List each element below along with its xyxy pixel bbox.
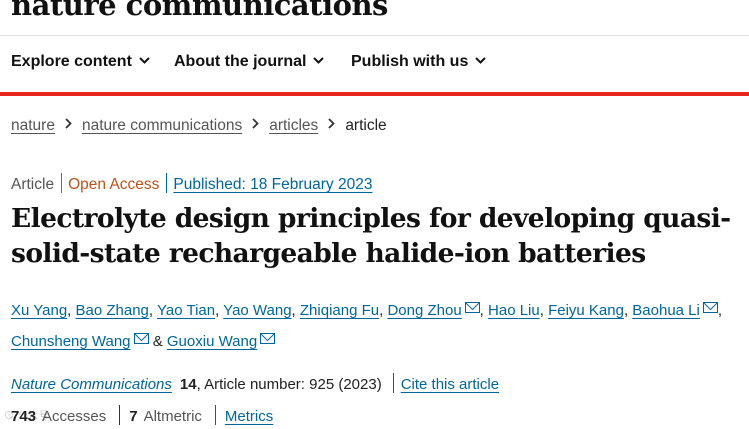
chevron-down-icon (313, 57, 325, 64)
author-link[interactable]: Dong Zhou (387, 302, 461, 319)
nav-label: Publish with us (351, 53, 469, 70)
accesses-label: Accesses (42, 408, 107, 425)
author-link[interactable]: Xu Yang (11, 302, 67, 319)
article-title: Electrolyte design principles for develo… (11, 203, 731, 269)
author-list: Xu Yang, Bao Zhang, Yao Tian, Yao Wang, … (11, 302, 723, 350)
author-link[interactable]: Feiyu Kang (548, 302, 624, 319)
metrics-divider (119, 405, 121, 425)
article-type: Article (11, 176, 55, 193)
nav-label: About the journal (174, 53, 307, 70)
nav-explore-content[interactable]: Explore content (11, 53, 150, 71)
breadcrumb-current: article (345, 117, 387, 134)
article-meta: Article Open Access Published: 18 February… (11, 173, 372, 194)
metrics-link[interactable]: Metrics (225, 408, 273, 425)
chevron-right-icon (328, 118, 336, 129)
breadcrumb: nature nature communications articles artic… (11, 117, 387, 135)
envelope-icon[interactable] (702, 302, 718, 313)
journal-name[interactable]: Nature Communications (11, 376, 172, 393)
breadcrumb-link-nature[interactable]: nature (11, 117, 55, 134)
article-number: , Article number: 925 (2023) (196, 376, 382, 393)
meta-divider (166, 173, 168, 193)
published-date[interactable]: Published: 18 February 2023 (173, 176, 372, 193)
breadcrumb-link-articles[interactable]: articles (269, 117, 318, 134)
meta-divider (61, 173, 63, 193)
main-nav: Explore content About the journal Publis… (0, 36, 749, 92)
author-link[interactable]: Guoxiu Wang (167, 333, 257, 350)
nav-publish-with-us[interactable]: Publish with us (351, 53, 487, 71)
author-link[interactable]: Baohua Li (632, 302, 700, 319)
author-link[interactable]: Zhiqiang Fu (300, 302, 379, 319)
author-link[interactable]: Bao Zhang (76, 302, 149, 319)
citation-divider (392, 373, 394, 393)
author-link[interactable]: Yao Tian (157, 302, 215, 319)
accesses-count: 743 (11, 408, 37, 425)
chevron-right-icon (252, 118, 259, 129)
journal-volume: 14 (179, 376, 197, 393)
chevron-down-icon (139, 57, 150, 64)
site-header: nature communications (0, 0, 749, 36)
envelope-icon[interactable] (464, 302, 480, 313)
author-link[interactable]: Yao Wang (223, 302, 291, 319)
nav-label: Explore content (11, 53, 132, 70)
citation-line: Nature Communications 14, Article number:… (11, 373, 499, 393)
header-accent-rule (0, 92, 749, 96)
envelope-icon[interactable] (133, 333, 149, 344)
author-link[interactable]: Chunsheng Wang (11, 333, 131, 350)
altmetric-label: Altmetric (143, 408, 202, 425)
chevron-down-icon (475, 57, 487, 64)
metrics-bar: 743 Accesses 7 Altmetric Metrics (11, 405, 273, 425)
breadcrumb-link-nature-communications[interactable]: nature communications (82, 117, 242, 134)
envelope-icon[interactable] (260, 333, 276, 344)
nav-about-journal[interactable]: About the journal (174, 53, 325, 71)
open-access-badge: Open Access (68, 176, 160, 193)
author-conjunction: & (152, 333, 163, 350)
journal-logo[interactable]: nature communications (11, 0, 388, 22)
author-link[interactable]: Hao Liu (488, 302, 540, 319)
metrics-divider (214, 405, 216, 425)
chevron-right-icon (65, 118, 72, 129)
cite-this-article-link[interactable]: Cite this article (401, 376, 499, 393)
altmetric-count: 7 (129, 408, 138, 425)
